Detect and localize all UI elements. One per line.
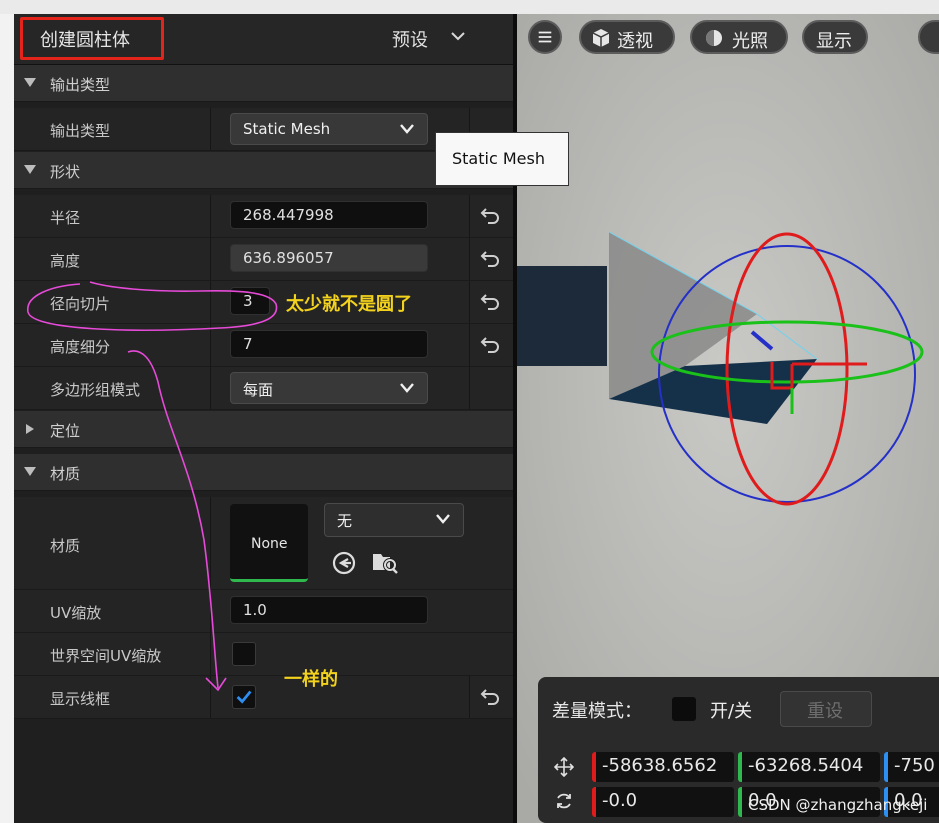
viewport[interactable]: 透视 光照 显示 差量模式： 开/关 重设 -58638.6562 -63268… [517,14,939,823]
expanded-triangle-icon [24,467,36,476]
radial-slices-input[interactable]: 3 [230,287,270,315]
section-material[interactable]: 材质 [14,454,513,491]
section-label: 形状 [50,163,81,181]
panel-header: 创建圆柱体 预设 [14,14,513,65]
button-label: 重设 [807,701,843,722]
expanded-triangle-icon [24,165,36,174]
dark-mesh [517,266,607,366]
chevron-down-icon [451,32,465,41]
chevron-down-icon [400,383,414,393]
location-z-field[interactable]: -750 [884,752,939,782]
row-label: 高度 [50,252,81,270]
section-output-type[interactable]: 输出类型 [14,65,513,102]
row-label: UV缩放 [50,604,102,622]
location-x-field[interactable]: -58638.6562 [592,752,734,782]
row-show-wireframe: 显示线框 [14,676,513,719]
field-value: -63268.5404 [748,755,864,776]
dropdown-value: 无 [337,512,353,530]
rotate-icon [557,793,571,809]
reset-arrow-icon[interactable] [480,687,500,705]
reset-arrow-icon[interactable] [480,206,500,224]
delta-mode-label: 差量模式： [552,701,642,722]
expanded-triangle-icon [24,78,36,87]
row-polygroup-mode: 多边形组模式 每面 [14,367,513,410]
row-uv-scale: UV缩放 1.0 [14,590,513,633]
title-highlight-box [20,17,164,60]
height-input[interactable]: 636.896057 [230,244,428,272]
top-strip [0,0,939,14]
chevron-down-icon [400,124,414,134]
viewport-menu-button[interactable] [528,20,562,54]
dropdown-value: 每面 [243,381,274,399]
watermark: CSDN @zhangzhangkeji [748,796,928,814]
height-subdivisions-input[interactable]: 7 [230,330,428,358]
dropdown-value: Static Mesh [243,120,331,138]
use-selected-asset-icon[interactable] [332,551,356,575]
reset-arrow-icon[interactable] [480,249,500,267]
section-label: 定位 [50,422,81,440]
section-label: 输出类型 [50,76,111,94]
row-radial-slices: 径向切片 3 太少就不是圆了 [14,281,513,324]
field-value: -0.0 [602,790,638,811]
world-space-uv-checkbox[interactable] [232,642,256,666]
onoff-label: 开/关 [710,701,753,722]
thumbnail-label: None [251,536,288,552]
field-value: -750 [894,755,935,776]
menu-icon [538,31,552,43]
row-radius: 半径 268.447998 [14,195,513,238]
output-type-tooltip: Static Mesh [435,132,569,186]
reset-arrow-icon[interactable] [480,335,500,353]
cube-icon [592,29,610,47]
perspective-button[interactable]: 透视 [579,20,675,54]
show-button[interactable]: 显示 [802,20,868,54]
row-material: 材质 None 无 [14,497,513,590]
show-wireframe-checkbox[interactable] [232,685,256,709]
location-y-field[interactable]: -63268.5404 [738,752,880,782]
annotation-same: 一样的 [284,669,338,690]
chevron-down-icon [436,514,450,524]
output-type-dropdown[interactable]: Static Mesh [230,113,428,145]
rotation-x-field[interactable]: -0.0 [592,787,734,817]
lighting-button[interactable]: 光照 [690,20,788,54]
annotation-too-few: 太少就不是圆了 [286,294,412,315]
checkmark-icon [236,690,252,704]
move-icon [554,757,574,777]
section-label: 材质 [50,465,81,483]
field-value: -58638.6562 [602,755,718,776]
row-label: 显示线框 [50,690,111,708]
collapsed-triangle-icon [26,424,34,434]
button-label: 光照 [732,31,768,52]
row-label: 径向切片 [50,295,111,313]
browse-asset-icon[interactable] [372,550,398,574]
radius-input[interactable]: 268.447998 [230,201,428,229]
material-thumbnail[interactable]: None [230,504,308,582]
button-label: 透视 [617,31,653,52]
lighting-sphere-icon [706,30,722,46]
reset-arrow-icon[interactable] [480,292,500,310]
row-world-space-uv: 世界空间UV缩放 [14,633,513,676]
row-height: 高度 636.896057 [14,238,513,281]
preset-button[interactable]: 预设 [392,26,428,52]
section-position[interactable]: 定位 [14,411,513,448]
button-label: 显示 [816,31,852,52]
material-dropdown[interactable]: 无 [324,503,464,537]
row-label: 高度细分 [50,338,111,356]
row-label: 世界空间UV缩放 [50,647,162,665]
delta-mode-checkbox[interactable] [672,697,696,721]
row-label: 半径 [50,209,81,227]
uv-scale-input[interactable]: 1.0 [230,596,428,624]
polygroup-mode-dropdown[interactable]: 每面 [230,372,428,404]
reset-button[interactable]: 重设 [780,691,872,727]
row-label: 材质 [50,537,81,555]
row-label: 多边形组模式 [50,381,141,399]
row-label: 输出类型 [50,122,111,140]
row-height-subdivisions: 高度细分 7 [14,324,513,367]
